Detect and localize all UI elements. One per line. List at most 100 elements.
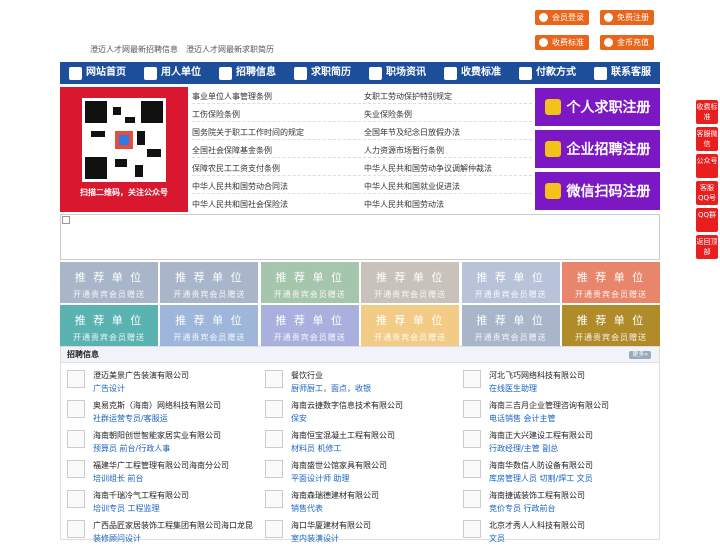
job-item[interactable]: 北京才秀人人科技有限公司 文员	[457, 518, 647, 548]
nav-news[interactable]: 职场资讯	[360, 62, 435, 84]
recommended-employer-tile[interactable]: 推 荐 单 位开通贵宾会员赠送	[461, 262, 560, 303]
policy-link[interactable]: 工伤保险条例	[192, 109, 240, 120]
policy-link[interactable]: 中华人民共和国劳动法	[364, 199, 444, 210]
nav-contact[interactable]: 联系客服	[585, 62, 660, 84]
job-positions[interactable]: 厨师厨工，面点，收银	[291, 383, 371, 394]
company-name[interactable]: 海南云捷数字信息技术有限公司	[291, 400, 403, 411]
job-item[interactable]: 福建华广工程管理有限公司海南分公司 培训组长 前台	[61, 458, 251, 488]
company-name[interactable]: 福建华广工程管理有限公司海南分公司	[93, 460, 229, 471]
company-register-button[interactable]: 企业招聘注册	[535, 130, 660, 168]
recommended-employer-tile[interactable]: 推 荐 单 位开通贵宾会员赠送	[562, 262, 660, 303]
policy-link[interactable]: 失业保险条例	[364, 109, 412, 120]
job-positions[interactable]: 销售代表	[291, 503, 323, 514]
policy-link[interactable]: 中华人民共和国社会保险法	[192, 199, 288, 210]
company-name[interactable]: 海南朝阳创世智能家居实业有限公司	[93, 430, 221, 441]
job-item[interactable]: 海南朝阳创世智能家居实业有限公司 预算员 前台/行政人事	[61, 428, 251, 458]
nav-pricing[interactable]: 收费标准	[435, 62, 510, 84]
company-name[interactable]: 澄迈美景广告装演有限公司	[93, 370, 189, 381]
policy-link[interactable]: 中华人民共和国劳动合同法	[192, 181, 288, 192]
job-positions[interactable]: 在线医生助理	[489, 383, 537, 394]
job-positions[interactable]: 平面设计师 助理	[291, 473, 350, 484]
recommended-employer-tile[interactable]: 推 荐 单 位开通贵宾会员赠送	[260, 305, 359, 346]
job-positions[interactable]: 预算员 前台/行政人事	[93, 443, 170, 454]
job-item[interactable]: 海南华数信人防设备有限公司 库房管理人员 切割/焊工 文员	[457, 458, 647, 488]
personal-register-button[interactable]: 个人求职注册	[535, 88, 660, 126]
recommended-employer-tile[interactable]: 推 荐 单 位开通贵宾会员赠送	[361, 305, 460, 346]
job-positions[interactable]: 行政经理/主管 副总	[489, 443, 558, 454]
wechat-register-button[interactable]: 微信扫码注册	[535, 172, 660, 210]
nav-employers[interactable]: 用人单位	[135, 62, 210, 84]
company-name[interactable]: 海南森瑞德建材有限公司	[291, 490, 379, 501]
nav-resumes[interactable]: 求职简历	[285, 62, 360, 84]
policy-link[interactable]: 女职工劳动保护特别规定	[364, 91, 452, 102]
job-item[interactable]: 海南恒宝混凝土工程有限公司 材料员 机修工	[259, 428, 449, 458]
job-positions[interactable]: 保安	[291, 413, 307, 424]
company-name[interactable]: 海南盛世公馆家具有限公司	[291, 460, 387, 471]
company-name[interactable]: 海南恒宝混凝土工程有限公司	[291, 430, 395, 441]
job-item[interactable]: 海口华厦建材有限公司 室内装潢设计	[259, 518, 449, 548]
policy-link[interactable]: 全国社会保障基金条例	[192, 145, 272, 156]
side-pricing[interactable]: 收费标准	[696, 100, 718, 124]
job-item[interactable]: 广西品匠家居装饰工程集团有限公司海口龙昆 装修顾问设计	[61, 518, 253, 548]
job-item[interactable]: 餐饮行业厨师厨工，面点，收银	[259, 368, 449, 398]
job-positions[interactable]: 室内装潢设计	[291, 533, 339, 544]
ad-banner[interactable]	[60, 214, 660, 260]
job-item[interactable]: 海南盛世公馆家具有限公司 平面设计师 助理	[259, 458, 449, 488]
side-service-qq[interactable]: 客服QQ号	[696, 181, 718, 205]
company-name[interactable]: 北京才秀人人科技有限公司	[489, 520, 585, 531]
recommended-employer-tile[interactable]: 推 荐 单 位开通贵宾会员赠送	[260, 262, 359, 303]
recommended-employer-tile[interactable]: 推 荐 单 位开通贵宾会员赠送	[160, 305, 259, 346]
job-positions[interactable]: 材料员 机修工	[291, 443, 342, 454]
recommended-employer-tile[interactable]: 推 荐 单 位开通贵宾会员赠送	[461, 305, 560, 346]
job-item[interactable]: 海南捷诚装饰工程有限公司 竞价专员 行政前台	[457, 488, 647, 518]
policy-link[interactable]: 事业单位人事管理条例	[192, 91, 272, 102]
company-name[interactable]: 海口华厦建材有限公司	[291, 520, 371, 531]
job-positions[interactable]: 装修顾问设计	[93, 533, 141, 544]
recommended-employer-tile[interactable]: 推 荐 单 位开通贵宾会员赠送	[160, 262, 259, 303]
pricing-button[interactable]: 收费标准	[535, 35, 589, 50]
nav-home[interactable]: 网站首页	[60, 62, 135, 84]
job-item[interactable]: 海南云捷数字信息技术有限公司 保安	[259, 398, 449, 428]
policy-link[interactable]: 人力资源市场暂行条例	[364, 145, 444, 156]
job-item[interactable]: 奥易克斯（海南）网络科技有限公司 社群运营专员/客服运	[61, 398, 251, 428]
policy-link[interactable]: 保障农民工工资支付条例	[192, 163, 280, 174]
job-positions[interactable]: 社群运营专员/客服运	[93, 413, 168, 424]
policy-link[interactable]: 全国年节及纪念日放假办法	[364, 127, 460, 138]
job-item[interactable]: 海南三吉月企业管理咨询有限公司 电话销售 会计主管	[457, 398, 647, 428]
job-positions[interactable]: 竞价专员 行政前台	[489, 503, 556, 514]
job-item[interactable]: 河北飞巧网络科技有限公司 在线医生助理	[457, 368, 647, 398]
company-name[interactable]: 海南千瑞冷气工程有限公司	[93, 490, 189, 501]
side-qq-group[interactable]: QQ群	[696, 208, 718, 232]
company-name[interactable]: 海南捷诚装饰工程有限公司	[489, 490, 585, 501]
recharge-button[interactable]: 金币充值	[600, 35, 654, 50]
job-positions[interactable]: 电话销售 会计主管	[489, 413, 556, 424]
nav-jobs[interactable]: 招聘信息	[210, 62, 285, 84]
company-name[interactable]: 河北飞巧网络科技有限公司	[489, 370, 585, 381]
latest-resumes-link[interactable]: 澄迈人才网最新求职简历	[186, 44, 274, 55]
login-button[interactable]: 会员登录	[535, 10, 589, 25]
nav-payment[interactable]: 付款方式	[510, 62, 585, 84]
company-name[interactable]: 广西品匠家居装饰工程集团有限公司海口龙昆	[93, 520, 253, 531]
recommended-employer-tile[interactable]: 推 荐 单 位开通贵宾会员赠送	[60, 262, 158, 303]
company-name[interactable]: 海南正大兴建设工程有限公司	[489, 430, 593, 441]
more-button[interactable]: 更多»	[629, 351, 651, 359]
job-item[interactable]: 澄迈美景广告装演有限公司 广告设计	[61, 368, 251, 398]
policy-link[interactable]: 国务院关于职工工作时间的规定	[192, 127, 304, 138]
policy-link[interactable]: 中华人民共和国就业促进法	[364, 181, 460, 192]
company-name[interactable]: 海南华数信人防设备有限公司	[489, 460, 593, 471]
side-back-to-top[interactable]: 返回顶部	[696, 235, 718, 259]
company-name[interactable]: 奥易克斯（海南）网络科技有限公司	[93, 400, 221, 411]
job-item[interactable]: 海南森瑞德建材有限公司 销售代表	[259, 488, 449, 518]
recommended-employer-tile[interactable]: 推 荐 单 位开通贵宾会员赠送	[60, 305, 158, 346]
job-positions[interactable]: 培训组长 前台	[93, 473, 144, 484]
side-service-wechat[interactable]: 客服微信	[696, 127, 718, 151]
latest-jobs-link[interactable]: 澄迈人才网最新招聘信息	[90, 44, 178, 55]
job-item[interactable]: 海南千瑞冷气工程有限公司 培训专员 工程监理	[61, 488, 251, 518]
company-name[interactable]: 海南三吉月企业管理咨询有限公司	[489, 400, 609, 411]
side-official-account[interactable]: 公众号	[696, 154, 718, 178]
recommended-employer-tile[interactable]: 推 荐 单 位开通贵宾会员赠送	[361, 262, 460, 303]
company-name[interactable]: 餐饮行业	[291, 370, 323, 381]
job-positions[interactable]: 文员	[489, 533, 505, 544]
job-positions[interactable]: 广告设计	[93, 383, 125, 394]
job-item[interactable]: 海南正大兴建设工程有限公司 行政经理/主管 副总	[457, 428, 647, 458]
